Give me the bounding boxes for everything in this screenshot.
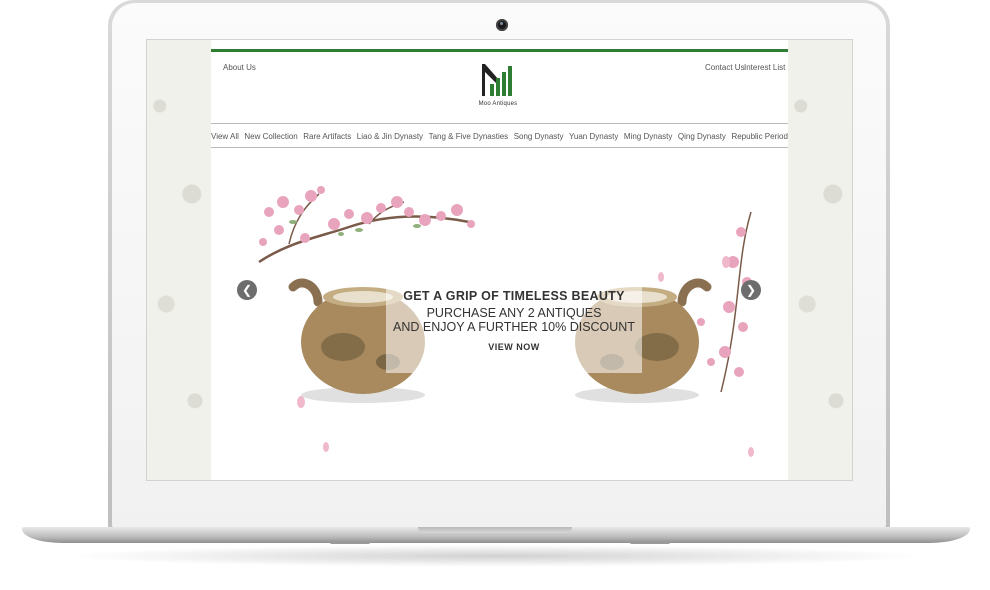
promo-caption: GET A GRIP OF TIMELESS BEAUTY PURCHASE A… xyxy=(386,267,642,373)
moo-antiques-logo-icon[interactable] xyxy=(481,62,515,98)
nav-item-song[interactable]: Song Dynasty xyxy=(514,132,564,141)
laptop-foot xyxy=(330,541,370,544)
accent-line xyxy=(211,49,788,52)
view-now-button[interactable]: VIEW NOW xyxy=(386,342,642,352)
promo-line-1: PURCHASE ANY 2 ANTIQUES xyxy=(426,306,602,320)
chevron-right-icon[interactable]: ❯ xyxy=(741,280,761,300)
laptop-screen: About Us Contact Us Interest List Moo An… xyxy=(146,39,853,481)
website: About Us Contact Us Interest List Moo An… xyxy=(211,40,788,480)
floral-background-left xyxy=(147,40,211,480)
contact-us-link[interactable]: Contact Us xyxy=(705,63,745,72)
promo-title: GET A GRIP OF TIMELESS BEAUTY xyxy=(403,289,625,303)
nav-divider xyxy=(211,123,788,124)
floral-background-right xyxy=(788,40,852,480)
nav-item-yuan[interactable]: Yuan Dynasty xyxy=(569,132,618,141)
nav-item-liao-jin[interactable]: Liao & Jin Dynasty xyxy=(357,132,423,141)
chevron-left-icon[interactable]: ❮ xyxy=(237,280,257,300)
nav-item-rare-artifacts[interactable]: Rare Artifacts xyxy=(303,132,351,141)
webcam-icon xyxy=(496,19,508,31)
nav-item-republic[interactable]: Republic Period xyxy=(731,132,787,141)
nav-item-ming[interactable]: Ming Dynasty xyxy=(624,132,672,141)
main-nav: View All New Collection Rare Artifacts L… xyxy=(211,128,788,144)
nav-item-new-collection[interactable]: New Collection xyxy=(244,132,297,141)
laptop-notch xyxy=(418,527,572,533)
nav-item-qing[interactable]: Qing Dynasty xyxy=(678,132,726,141)
nav-divider xyxy=(211,147,788,148)
about-us-link[interactable]: About Us xyxy=(223,63,256,72)
promo-line-2: AND ENJOY A FURTHER 10% DISCOUNT xyxy=(393,320,635,334)
brand-name: Moo Antiques xyxy=(478,101,518,107)
laptop-foot xyxy=(630,541,670,544)
nav-item-tang-five[interactable]: Tang & Five Dynasties xyxy=(429,132,509,141)
interest-list-link[interactable]: Interest List xyxy=(744,63,785,72)
nav-item-view-all[interactable]: View All xyxy=(211,132,239,141)
hero-banner: GET A GRIP OF TIMELESS BEAUTY PURCHASE A… xyxy=(211,152,788,480)
laptop-shadow xyxy=(60,545,930,567)
